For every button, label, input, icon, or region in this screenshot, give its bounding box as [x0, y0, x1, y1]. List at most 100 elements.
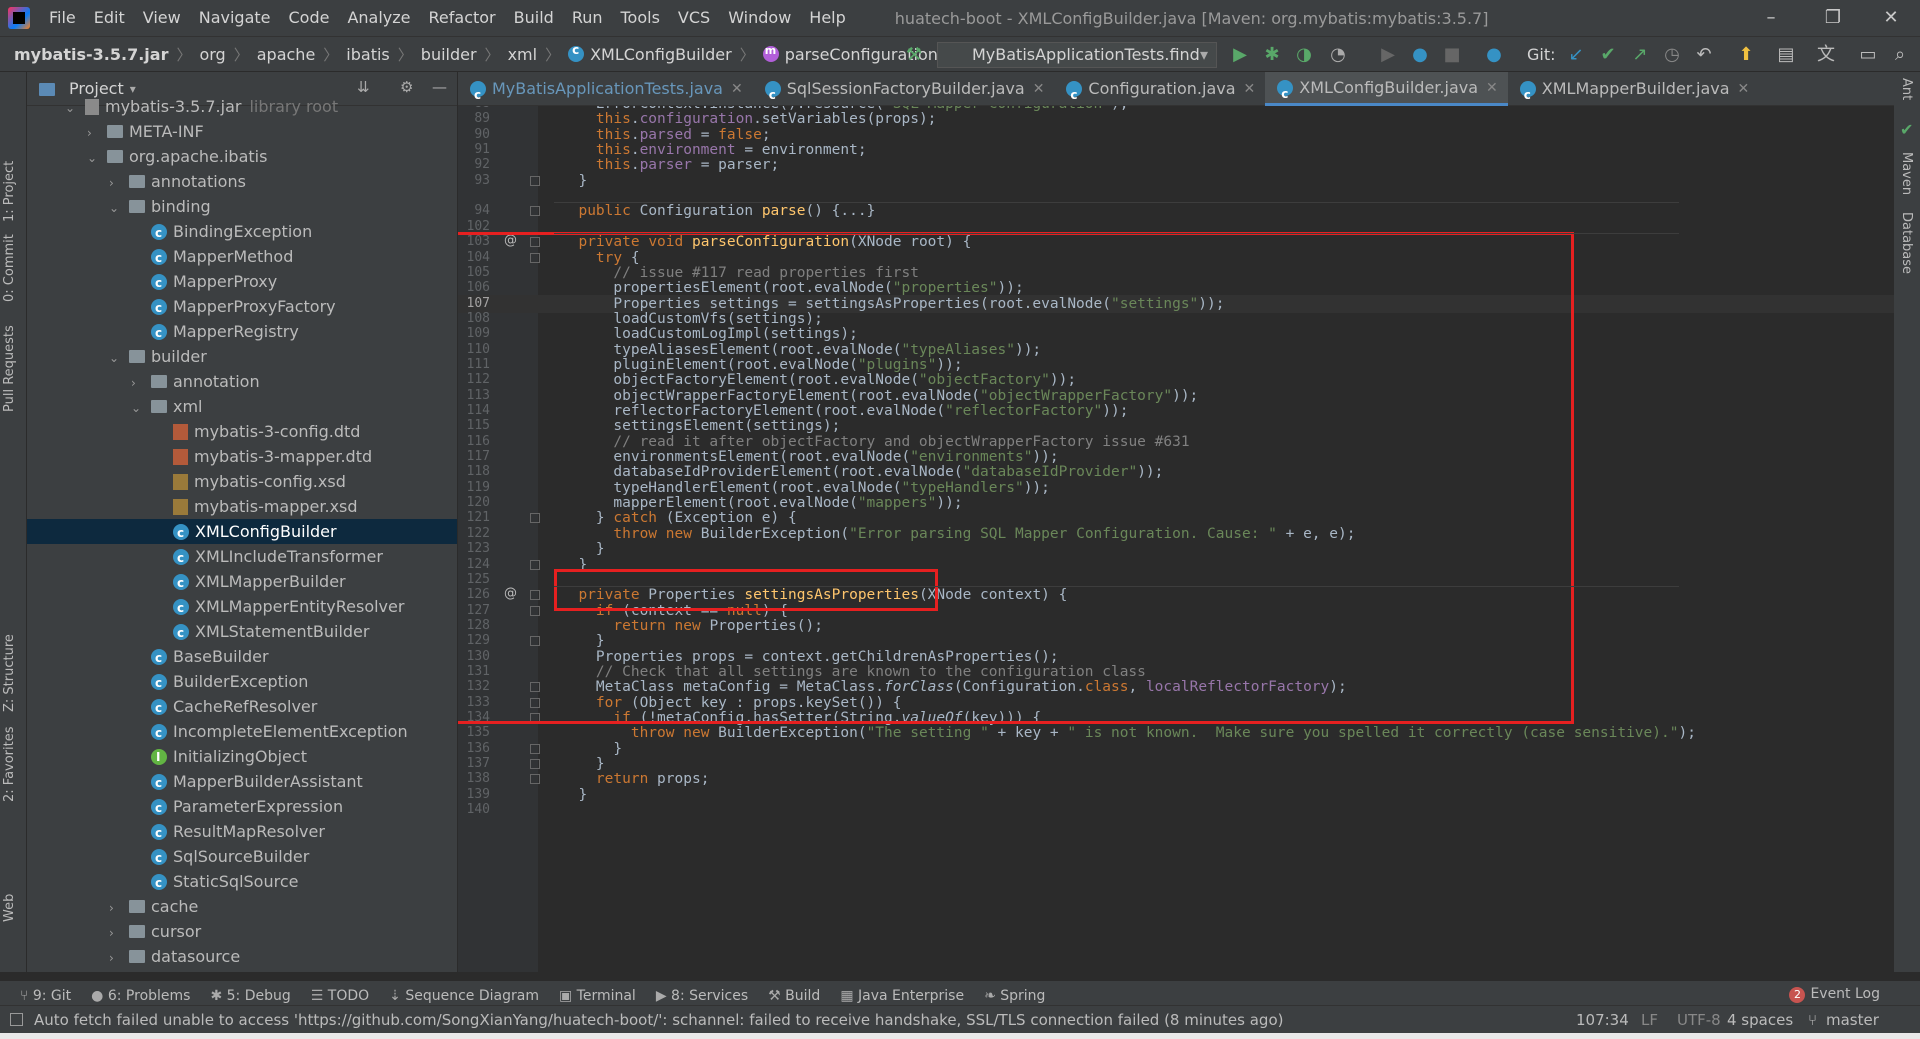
help-icon[interactable]: ● [1410, 45, 1430, 65]
tree-item[interactable]: ⌄ mybatis-3.5.7.jar library root [27, 94, 457, 121]
git-push-icon[interactable]: ↗ [1630, 45, 1650, 65]
tool-button-8-services[interactable]: ▶ 8: Services [656, 988, 748, 1004]
breadcrumb-item[interactable]: org [199, 45, 225, 64]
menu-edit[interactable]: Edit [85, 0, 134, 36]
close-tab-icon[interactable]: ✕ [1738, 72, 1750, 106]
menu-view[interactable]: View [134, 0, 190, 36]
search-help-icon[interactable]: ● [1484, 45, 1504, 65]
tree-item[interactable]: IncompleteElementException [27, 719, 457, 746]
tree-item[interactable]: ResultMapResolver [27, 819, 457, 846]
editor-tab[interactable]: XMLConfigBuilder.java ✕ [1265, 71, 1508, 111]
tool-stripe-pull-requests[interactable]: Pull Requests [2, 325, 17, 412]
tool-stripe-0-commit[interactable]: 0: Commit [2, 234, 17, 302]
git-history-icon[interactable]: ◷ [1662, 45, 1682, 65]
caret-position[interactable]: 107:34 [1576, 1006, 1629, 1034]
code-line[interactable]: 140 [458, 801, 1894, 820]
tool-stripe-web[interactable]: Web [2, 894, 17, 922]
tool-button-spring[interactable]: ❧ Spring [984, 988, 1045, 1004]
menu-code[interactable]: Code [280, 0, 339, 36]
close-tab-icon[interactable]: ✕ [1486, 71, 1498, 105]
tool-stripe-z-structure[interactable]: Z: Structure [2, 634, 17, 712]
chevron-down-icon[interactable]: ⌄ [131, 396, 145, 421]
tree-item[interactable]: CacheRefResolver [27, 694, 457, 721]
build-hammer-icon[interactable]: ⚒ [904, 45, 924, 65]
chevron-down-icon[interactable]: ⌄ [109, 196, 123, 221]
tool-stripe-database[interactable]: Database [1899, 212, 1914, 274]
tree-item[interactable]: MapperMethod [27, 244, 457, 271]
chevron-down-icon[interactable]: ⌄ [87, 146, 101, 171]
minimize-icon[interactable]: – [1742, 0, 1800, 36]
profile-icon[interactable]: ◔ [1328, 45, 1348, 65]
tree-item[interactable]: BindingException [27, 219, 457, 246]
git-branch[interactable]: master [1826, 1006, 1879, 1034]
tool-button-terminal[interactable]: ▣ Terminal [559, 988, 636, 1004]
tree-item[interactable]: MapperBuilderAssistant [27, 769, 457, 796]
event-log-button[interactable]: 2 Event Log [1789, 986, 1880, 1003]
layout-icon[interactable]: ▭ [1858, 45, 1878, 65]
resume-icon[interactable]: ▶ [1378, 45, 1398, 65]
status-message[interactable]: Auto fetch failed unable to access 'http… [34, 1006, 1283, 1034]
tree-item[interactable]: mybatis-3-mapper.dtd [27, 444, 457, 469]
git-update-icon[interactable]: ↙ [1566, 45, 1586, 65]
line-separator[interactable]: LF [1641, 1006, 1658, 1034]
editor-tab[interactable]: SqlSessionFactoryBuilder.java ✕ [753, 72, 1055, 112]
breadcrumb-item[interactable]: mybatis-3.5.7.jar [14, 45, 168, 64]
tree-item[interactable]: StaticSqlSource [27, 869, 457, 896]
tool-button-todo[interactable]: ☰ TODO [311, 988, 369, 1004]
tree-item[interactable]: ParameterExpression [27, 794, 457, 821]
menu-window[interactable]: Window [719, 0, 800, 36]
tool-button-6-problems[interactable]: ● 6: Problems [91, 988, 190, 1004]
menu-vcs[interactable]: VCS [669, 0, 719, 36]
tree-item[interactable]: XMLConfigBuilder [27, 519, 457, 546]
tool-button-9-git[interactable]: ⑂ 9: Git [20, 988, 71, 1004]
tree-item[interactable]: mybatis-3-config.dtd [27, 419, 457, 444]
menu-analyze[interactable]: Analyze [338, 0, 419, 36]
menu-tools[interactable]: Tools [612, 0, 669, 36]
editor-tab[interactable]: MyBatisApplicationTests.java ✕ [458, 72, 753, 112]
chevron-right-icon[interactable]: › [109, 946, 123, 971]
tool-stripe-2-favorites[interactable]: 2: Favorites [2, 726, 17, 802]
tool-stripe-ant[interactable]: Ant [1899, 78, 1914, 100]
chevron-right-icon[interactable]: › [109, 921, 123, 946]
editor-tab[interactable]: XMLMapperBuilder.java ✕ [1508, 72, 1759, 112]
close-tab-icon[interactable]: ✕ [1033, 72, 1045, 106]
git-rollback-icon[interactable]: ↶ [1694, 45, 1714, 65]
close-tab-icon[interactable]: ✕ [731, 72, 743, 106]
tree-item[interactable]: InitializingObject [27, 744, 457, 770]
tool-button-java-enterprise[interactable]: ▦ Java Enterprise [840, 988, 964, 1004]
tool-button-5-debug[interactable]: ✱ 5: Debug [210, 988, 290, 1004]
translate-icon[interactable]: 文 [1816, 45, 1836, 65]
debug-icon[interactable]: ✱ [1262, 45, 1282, 65]
chevron-right-icon[interactable]: › [87, 121, 101, 146]
tool-button-build[interactable]: ⚒ Build [768, 988, 820, 1004]
coverage-icon[interactable]: ◑ [1294, 45, 1314, 65]
tree-item[interactable]: ⌄ xml [27, 394, 457, 421]
run-icon[interactable]: ▶ [1230, 45, 1250, 65]
tree-item[interactable]: XMLIncludeTransformer [27, 544, 457, 571]
breadcrumb-item[interactable]: xml [508, 45, 538, 64]
chevron-down-icon[interactable]: ⌄ [109, 346, 123, 371]
tree-item[interactable]: › annotations [27, 169, 457, 194]
tree-item[interactable]: ⌄ builder [27, 344, 457, 371]
menu-file[interactable]: File [40, 0, 85, 36]
tool-stripe-1-project[interactable]: 1: Project [2, 161, 17, 222]
close-tab-icon[interactable]: ✕ [1244, 72, 1256, 106]
status-toggle-icon[interactable] [10, 1013, 23, 1026]
chevron-right-icon[interactable]: › [131, 371, 145, 396]
vcs-operations-icon[interactable]: ⬆ [1736, 45, 1756, 65]
menu-help[interactable]: Help [800, 0, 854, 36]
tree-item[interactable]: BaseBuilder [27, 644, 457, 671]
restore-icon[interactable]: ❐ [1804, 0, 1862, 36]
tool-stripe-maven[interactable]: Maven [1899, 152, 1914, 195]
tree-item[interactable]: ⌄ org.apache.ibatis [27, 144, 457, 171]
tree-item[interactable]: MapperRegistry [27, 319, 457, 346]
tree-item[interactable]: SqlSourceBuilder [27, 844, 457, 871]
tree-item[interactable]: XMLMapperEntityResolver [27, 594, 457, 621]
menu-refactor[interactable]: Refactor [420, 0, 505, 36]
tree-item[interactable]: › META-INF [27, 119, 457, 146]
tree-item[interactable]: › cursor [27, 919, 457, 946]
menu-run[interactable]: Run [563, 0, 612, 36]
chevron-down-icon[interactable]: ⌄ [65, 96, 79, 121]
breadcrumb-item[interactable]: XMLConfigBuilder [568, 43, 732, 64]
tree-item[interactable]: › datasource [27, 944, 457, 971]
